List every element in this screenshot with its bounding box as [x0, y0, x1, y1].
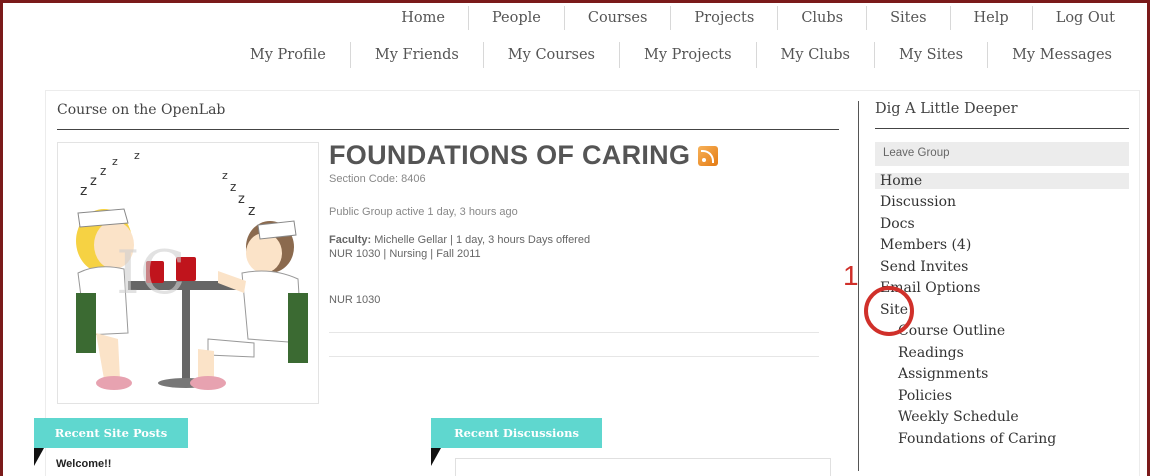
divider — [329, 332, 819, 333]
svg-text:z: z — [80, 183, 87, 199]
sidebar-item-discussion[interactable]: Discussion — [880, 194, 956, 210]
group-status: Public Group active 1 day, 3 hours ago — [329, 206, 518, 218]
tab-fold-decoration — [431, 448, 441, 466]
sidebar-item-docs[interactable]: Docs — [880, 216, 915, 232]
nav-my-courses[interactable]: My Courses — [482, 42, 619, 68]
sleeping-nurses-illustration: z z z z z z z z z IC — [76, 149, 308, 390]
faculty-info: Faculty: Michelle Gellar | 1 day, 3 hour… — [329, 234, 590, 246]
svg-text:z: z — [222, 169, 228, 182]
recent-site-posts-tab: Recent Site Posts — [34, 418, 188, 448]
primary-nav: Home People Courses Projects Clubs Sites… — [0, 6, 1150, 30]
secondary-nav: My Profile My Friends My Courses My Proj… — [0, 42, 1150, 68]
recent-discussions-tab: Recent Discussions — [431, 418, 602, 448]
sidebar-item-send-invites[interactable]: Send Invites — [880, 259, 968, 275]
annotation-number: 1 — [843, 260, 859, 291]
nav-people[interactable]: People — [467, 6, 564, 30]
nav-courses[interactable]: Courses — [563, 6, 671, 30]
nav-sites[interactable]: Sites — [866, 6, 949, 30]
svg-text:z: z — [90, 174, 97, 189]
course-line: NUR 1030 | Nursing | Fall 2011 — [329, 248, 481, 260]
svg-text:z: z — [238, 192, 245, 207]
sidebar-title: Dig A Little Deeper — [875, 101, 1018, 117]
nav-projects[interactable]: Projects — [670, 6, 777, 30]
section-title: Course on the OpenLab — [57, 102, 226, 118]
nav-my-messages[interactable]: My Messages — [987, 42, 1136, 68]
nav-my-friends[interactable]: My Friends — [349, 42, 483, 68]
svg-text:z: z — [134, 149, 140, 162]
svg-text:z: z — [230, 180, 236, 194]
nav-my-sites[interactable]: My Sites — [874, 42, 987, 68]
sidebar-item-members[interactable]: Members (4) — [880, 237, 971, 253]
tab-fold-decoration — [34, 448, 44, 466]
sidebar-subitem-course-outline[interactable]: Course Outline — [898, 323, 1005, 339]
discussion-box — [455, 458, 831, 476]
course-code: NUR 1030 — [329, 294, 381, 306]
svg-text:z: z — [248, 203, 255, 219]
section-code: Section Code: 8406 — [329, 173, 426, 185]
nav-my-profile[interactable]: My Profile — [226, 42, 350, 68]
sidebar-item-home[interactable]: Home — [875, 173, 1129, 189]
leave-group-button[interactable]: Leave Group — [875, 142, 1129, 166]
sidebar-subitem-readings[interactable]: Readings — [898, 345, 964, 361]
group-name-text: FOUNDATIONS OF CARING — [329, 140, 691, 170]
nav-my-clubs[interactable]: My Clubs — [755, 42, 874, 68]
sidebar-subitem-assignments[interactable]: Assignments — [898, 366, 988, 382]
nav-my-projects[interactable]: My Projects — [619, 42, 756, 68]
nav-clubs[interactable]: Clubs — [777, 6, 866, 30]
group-avatar[interactable]: z z z z z z z z z IC — [57, 142, 319, 404]
faculty-value: Michelle Gellar | 1 day, 3 hours Days of… — [374, 234, 591, 246]
nav-home[interactable]: Home — [378, 6, 468, 30]
sidebar-subitem-weekly-schedule[interactable]: Weekly Schedule — [898, 409, 1019, 425]
nav-help[interactable]: Help — [949, 6, 1032, 30]
annotation-circle — [864, 286, 914, 336]
divider — [329, 356, 819, 357]
rss-icon[interactable] — [698, 145, 719, 166]
sidebar-subitem-foundations-of-caring[interactable]: Foundations of Caring — [898, 431, 1056, 447]
cover-watermark: IC — [116, 238, 186, 308]
group-title: FOUNDATIONS OF CARING — [329, 140, 719, 171]
sidebar-subitem-policies[interactable]: Policies — [898, 388, 952, 404]
svg-text:z: z — [100, 164, 106, 178]
nav-log-out[interactable]: Log Out — [1031, 6, 1138, 30]
sidebar-rule — [875, 128, 1129, 129]
section-rule — [57, 129, 839, 130]
svg-text:z: z — [112, 155, 118, 168]
faculty-label: Faculty: — [329, 234, 372, 246]
post-title[interactable]: Welcome!! — [56, 458, 111, 470]
